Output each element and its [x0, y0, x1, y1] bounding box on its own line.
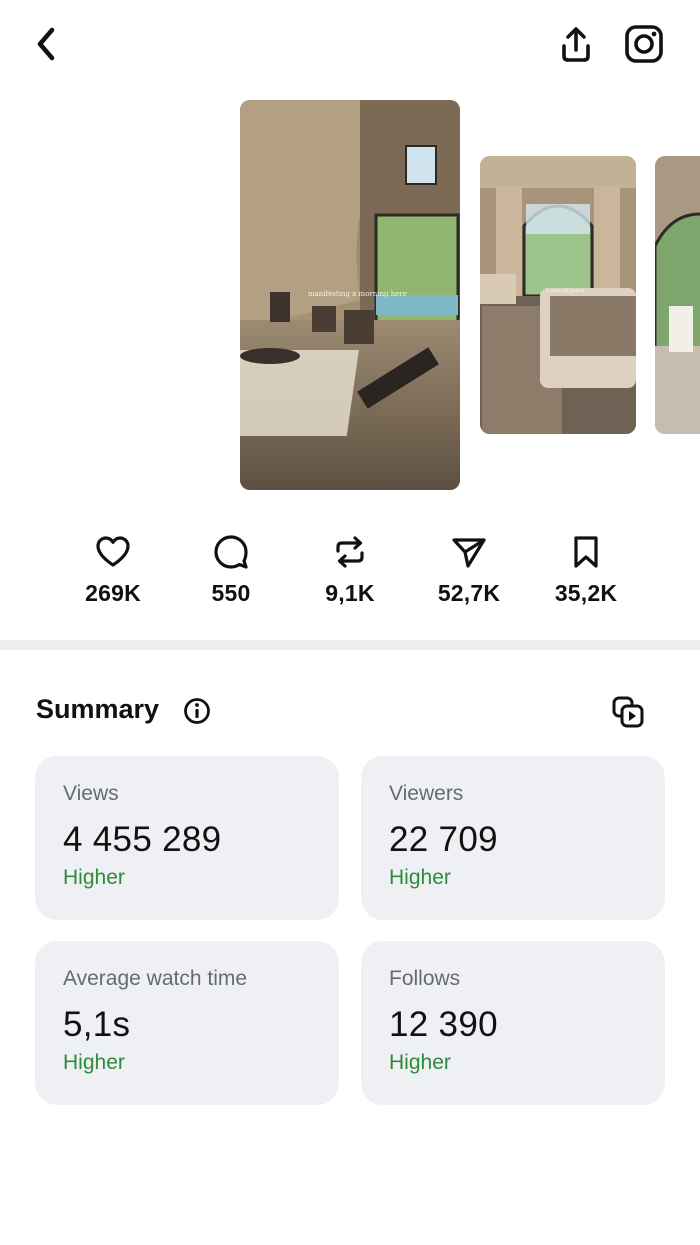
comment-icon [214, 535, 248, 569]
section-divider [0, 640, 700, 650]
heart-icon [96, 536, 130, 567]
card-value: 22 709 [389, 820, 498, 859]
shares-stat[interactable]: 52,7K [414, 530, 524, 607]
share-upload-icon [562, 27, 590, 62]
carousel-thumbnail-3[interactable] [655, 156, 700, 434]
card-trend: Higher [63, 1051, 125, 1074]
top-bar [0, 0, 700, 90]
instagram-icon [625, 25, 663, 63]
saves-count: 35,2K [554, 580, 618, 606]
thumbnail-caption: a mile of peace [546, 288, 585, 294]
instagram-button[interactable] [622, 22, 666, 66]
card-value: 4 455 289 [63, 820, 222, 859]
saves-stat[interactable]: 35,2K [531, 530, 641, 607]
reels-button[interactable] [608, 692, 648, 732]
reels-copy-icon [612, 696, 644, 728]
post-carousel[interactable]: manifesting a morning here a mile of pea… [0, 100, 700, 492]
repost-icon [336, 536, 364, 568]
summary-card-views[interactable]: Views 4 455 289 Higher [35, 756, 339, 920]
card-label: Average watch time [63, 967, 248, 990]
info-button[interactable] [182, 696, 212, 726]
share-button[interactable] [555, 22, 597, 66]
engagement-stats: 269K 550 9,1K 52,7K 35,2K [0, 530, 700, 620]
chevron-left-icon [37, 27, 55, 61]
info-icon [184, 698, 210, 724]
carousel-thumbnail-main[interactable]: manifesting a morning here [240, 100, 460, 490]
card-label: Views [63, 782, 119, 805]
card-trend: Higher [63, 866, 125, 889]
send-icon [452, 538, 486, 568]
comments-count: 550 [211, 580, 251, 606]
summary-title: Summary [36, 694, 160, 724]
reposts-stat[interactable]: 9,1K [295, 530, 405, 607]
summary-card-viewers[interactable]: Viewers 22 709 Higher [361, 756, 665, 920]
reposts-count: 9,1K [325, 580, 375, 606]
post-image [655, 156, 700, 434]
summary-header: Summary [36, 690, 666, 734]
card-label: Follows [389, 967, 461, 990]
thumbnail-caption: manifesting a morning here [308, 290, 407, 298]
card-label: Viewers [389, 782, 464, 805]
likes-count: 269K [85, 580, 141, 606]
summary-card-follows[interactable]: Follows 12 390 Higher [361, 941, 665, 1105]
likes-stat[interactable]: 269K [58, 530, 168, 607]
back-button[interactable] [26, 22, 66, 66]
carousel-thumbnail-2[interactable]: a mile of peace [480, 156, 636, 434]
shares-count: 52,7K [437, 580, 501, 606]
comments-stat[interactable]: 550 [176, 530, 286, 607]
card-value: 5,1s [63, 1005, 131, 1044]
summary-card-average-watch-time[interactable]: Average watch time 5,1s Higher [35, 941, 339, 1105]
post-image [480, 156, 636, 434]
card-trend: Higher [389, 1051, 451, 1074]
bookmark-icon [574, 536, 598, 568]
card-value: 12 390 [389, 1005, 498, 1044]
card-trend: Higher [389, 866, 451, 889]
